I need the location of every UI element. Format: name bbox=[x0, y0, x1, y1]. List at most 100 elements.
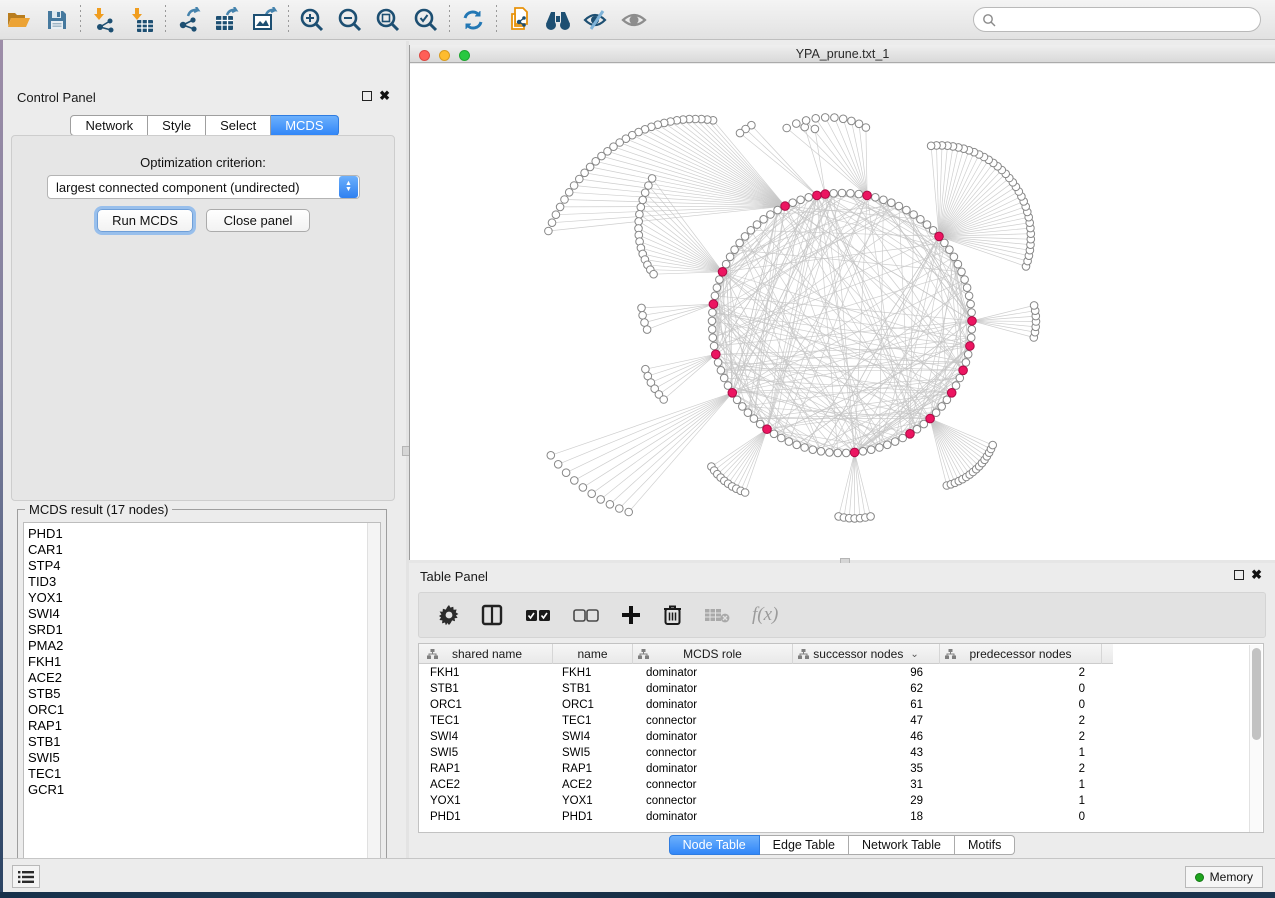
table-tab-network-table[interactable]: Network Table bbox=[849, 835, 955, 855]
desktop-background-edge bbox=[0, 40, 3, 892]
open-file-button[interactable] bbox=[0, 4, 38, 36]
show-graphics-button[interactable] bbox=[615, 4, 653, 36]
table-cell: FKH1 bbox=[430, 665, 553, 681]
delete-columns-button[interactable] bbox=[663, 604, 682, 626]
control-panel: Control Panel ✖ NetworkStyleSelectMCDS O… bbox=[3, 41, 406, 858]
mcds-result-item[interactable]: PHD1 bbox=[28, 526, 380, 542]
mcds-result-item[interactable]: TEC1 bbox=[28, 766, 380, 782]
export-table-icon bbox=[213, 7, 241, 33]
column-label: successor nodes bbox=[813, 647, 903, 661]
add-column-button[interactable] bbox=[621, 605, 641, 625]
float-window-icon[interactable] bbox=[362, 91, 372, 101]
mcds-result-item[interactable]: STP4 bbox=[28, 558, 380, 574]
mcds-result-item[interactable]: SRD1 bbox=[28, 622, 380, 638]
control-tab-style[interactable]: Style bbox=[148, 115, 206, 136]
table-tab-edge-table[interactable]: Edge Table bbox=[760, 835, 849, 855]
clone-network-button[interactable] bbox=[501, 4, 539, 36]
mcds-result-item[interactable]: STB5 bbox=[28, 686, 380, 702]
zoom-fit-button[interactable] bbox=[369, 4, 407, 36]
control-tab-network[interactable]: Network bbox=[70, 115, 148, 136]
show-columns-button[interactable] bbox=[481, 604, 503, 626]
table-cell: 0 bbox=[940, 697, 1085, 713]
float-window-icon[interactable] bbox=[1234, 570, 1244, 580]
table-scrollbar[interactable] bbox=[1249, 645, 1262, 833]
close-panel-icon[interactable]: ✖ bbox=[379, 91, 390, 101]
table-row[interactable]: TEC1TEC1connector472 bbox=[419, 713, 1113, 729]
mcds-result-item[interactable]: SWI4 bbox=[28, 606, 380, 622]
mcds-result-item[interactable]: TID3 bbox=[28, 574, 380, 590]
mcds-result-item[interactable]: GCR1 bbox=[28, 782, 380, 798]
export-network-button[interactable] bbox=[170, 4, 208, 36]
table-cell: RAP1 bbox=[562, 761, 633, 777]
mcds-result-item[interactable]: ACE2 bbox=[28, 670, 380, 686]
memory-button[interactable]: Memory bbox=[1185, 866, 1263, 888]
table-settings-button[interactable] bbox=[439, 605, 459, 625]
network-window-titlebar[interactable]: YPA_prune.txt_1 bbox=[410, 45, 1275, 63]
table-toolbar: f(x) bbox=[418, 592, 1266, 638]
clear-table-button[interactable] bbox=[704, 607, 730, 623]
import-network-button[interactable] bbox=[85, 4, 123, 36]
select-all-rows-button[interactable] bbox=[525, 609, 551, 622]
mcds-result-item[interactable]: PMA2 bbox=[28, 638, 380, 654]
table-row[interactable]: STB1STB1dominator620 bbox=[419, 681, 1113, 697]
export-table-button[interactable] bbox=[208, 4, 246, 36]
table-tab-motifs[interactable]: Motifs bbox=[955, 835, 1015, 855]
table-cell: 18 bbox=[793, 809, 923, 825]
table-row[interactable]: RAP1RAP1dominator352 bbox=[419, 761, 1113, 777]
column-header-shared-name[interactable]: shared name bbox=[422, 644, 553, 664]
control-tab-select[interactable]: Select bbox=[206, 115, 271, 136]
search-input[interactable] bbox=[996, 13, 1260, 27]
table-row[interactable]: YOX1YOX1connector291 bbox=[419, 793, 1113, 809]
zoom-in-button[interactable] bbox=[293, 4, 331, 36]
table-row[interactable]: SWI5SWI5connector431 bbox=[419, 745, 1113, 761]
close-panel-icon[interactable]: ✖ bbox=[1251, 570, 1262, 580]
table-tab-node-table[interactable]: Node Table bbox=[669, 835, 760, 855]
column-label: shared name bbox=[452, 647, 522, 661]
column-header-name[interactable]: name bbox=[553, 644, 633, 664]
search-box[interactable] bbox=[973, 7, 1261, 32]
mcds-result-list[interactable]: PHD1CAR1STP4TID3YOX1SWI4SRD1PMA2FKH1ACE2… bbox=[23, 522, 381, 873]
column-header-successor-nodes[interactable]: successor nodes ⌄ bbox=[793, 644, 940, 664]
network-canvas[interactable] bbox=[410, 64, 1275, 560]
refresh-layout-button[interactable] bbox=[454, 4, 492, 36]
control-panel-window-buttons: ✖ bbox=[362, 91, 390, 101]
refresh-icon bbox=[461, 8, 485, 32]
task-history-button[interactable] bbox=[12, 865, 40, 888]
column-header-predecessor-nodes[interactable]: predecessor nodes bbox=[940, 644, 1102, 664]
column-label: predecessor nodes bbox=[969, 647, 1071, 661]
table-row[interactable]: PHD1PHD1dominator180 bbox=[419, 809, 1113, 825]
table-cell: 1 bbox=[940, 745, 1085, 761]
node-table[interactable]: shared name nameMCDS role successor nodes ⌄… bbox=[418, 643, 1264, 833]
table-cell: ACE2 bbox=[562, 777, 633, 793]
sort-indicator-icon: ⌄ bbox=[910, 649, 918, 660]
table-row[interactable]: FKH1FKH1dominator962 bbox=[419, 665, 1113, 681]
export-image-button[interactable] bbox=[246, 4, 284, 36]
run-mcds-button[interactable]: Run MCDS bbox=[97, 209, 193, 232]
function-builder-button[interactable]: f(x) bbox=[752, 604, 778, 626]
optimization-criterion-select[interactable]: largest connected component (undirected)… bbox=[47, 175, 360, 199]
zoom-in-icon bbox=[299, 7, 325, 33]
mcds-result-item[interactable]: STB1 bbox=[28, 734, 380, 750]
zoom-out-button[interactable] bbox=[331, 4, 369, 36]
hide-edges-button[interactable] bbox=[577, 4, 615, 36]
mcds-result-item[interactable]: RAP1 bbox=[28, 718, 380, 734]
search-network-button[interactable] bbox=[539, 4, 577, 36]
mcds-result-item[interactable]: YOX1 bbox=[28, 590, 380, 606]
column-header-MCDS-role[interactable]: MCDS role bbox=[633, 644, 793, 664]
table-scrollbar-thumb[interactable] bbox=[1252, 648, 1261, 740]
mcds-result-item[interactable]: CAR1 bbox=[28, 542, 380, 558]
mcds-result-item[interactable]: SWI5 bbox=[28, 750, 380, 766]
mcds-result-item[interactable]: ORC1 bbox=[28, 702, 380, 718]
table-row[interactable]: ACE2ACE2connector311 bbox=[419, 777, 1113, 793]
control-tab-mcds[interactable]: MCDS bbox=[271, 115, 338, 136]
unselect-all-rows-button[interactable] bbox=[573, 609, 599, 622]
table-row[interactable]: SWI4SWI4dominator462 bbox=[419, 729, 1113, 745]
save-session-button[interactable] bbox=[38, 4, 76, 36]
mcds-result-item[interactable]: FKH1 bbox=[28, 654, 380, 670]
mcds-list-scrollbar[interactable] bbox=[367, 523, 380, 872]
table-cell: SWI4 bbox=[562, 729, 633, 745]
close-panel-button[interactable]: Close panel bbox=[206, 209, 310, 232]
table-row[interactable]: ORC1ORC1dominator610 bbox=[419, 697, 1113, 713]
zoom-selected-button[interactable] bbox=[407, 4, 445, 36]
import-table-button[interactable] bbox=[123, 4, 161, 36]
